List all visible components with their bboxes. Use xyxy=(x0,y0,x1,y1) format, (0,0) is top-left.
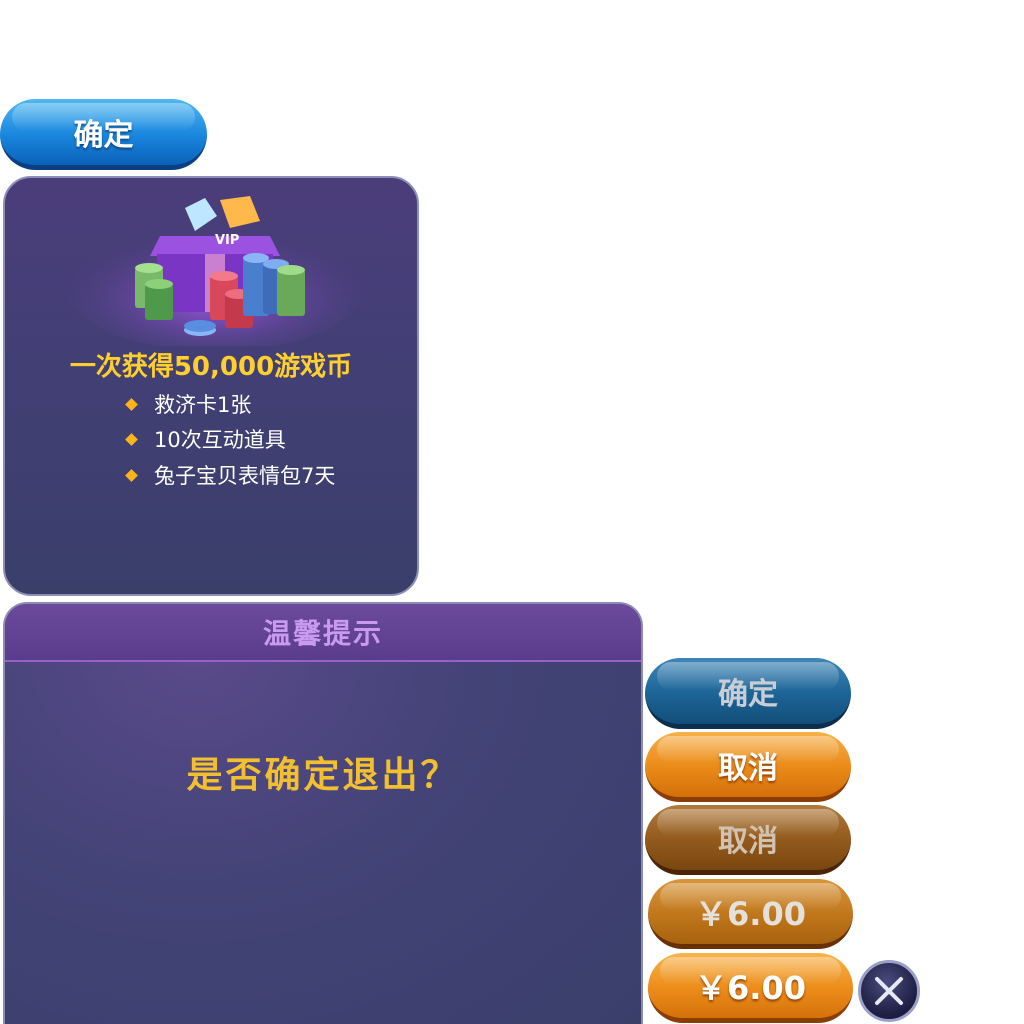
vip-reward-panel: VIP 一次获得50,000游戏币 救济卡1张 10次互动道具 兔子宝贝表情包7… xyxy=(3,176,419,596)
dialog-title: 温馨提示 xyxy=(262,617,383,650)
close-button[interactable] xyxy=(858,960,920,1022)
perk-label: 兔子宝贝表情包7天 xyxy=(154,464,336,488)
diamond-bullet-icon xyxy=(125,468,138,482)
cancel-button-label: 取消 xyxy=(718,823,778,859)
price-label: ￥6.00 xyxy=(695,968,806,1007)
dialog-message: 是否确定退出？ xyxy=(186,755,460,796)
price-button-pressed[interactable]: ￥6.00 xyxy=(648,879,853,949)
perk-item: 兔子宝贝表情包7天 xyxy=(125,460,336,490)
cancel-button-label: 取消 xyxy=(718,750,778,786)
diamond-bullet-icon xyxy=(125,397,138,411)
vip-badge: VIP xyxy=(215,233,239,248)
perk-label: 10次互动道具 xyxy=(154,428,286,452)
vip-headline: 一次获得50,000游戏币 xyxy=(69,352,353,382)
cancel-button[interactable]: 取消 xyxy=(645,732,851,802)
confirm-button-label: 确定 xyxy=(718,677,778,712)
confirm-button[interactable]: 确定 xyxy=(0,99,207,170)
perk-item: 10次互动道具 xyxy=(125,424,286,454)
cancel-button-pressed[interactable]: 取消 xyxy=(645,805,851,875)
confirm-button-disabled[interactable]: 确定 xyxy=(645,658,851,729)
perk-label: 救济卡1张 xyxy=(154,393,252,417)
diamond-bullet-icon xyxy=(125,432,138,446)
vip-gift-chips-icon: VIP xyxy=(65,196,365,346)
price-button[interactable]: ￥6.00 xyxy=(648,953,853,1023)
dialog-header: 温馨提示 xyxy=(5,604,641,662)
price-label: ￥6.00 xyxy=(695,894,806,933)
exit-confirm-dialog: 温馨提示 是否确定退出？ xyxy=(3,602,643,1024)
close-icon xyxy=(875,977,903,1005)
confirm-button-label: 确定 xyxy=(73,118,134,153)
perk-item: 救济卡1张 xyxy=(125,389,252,419)
